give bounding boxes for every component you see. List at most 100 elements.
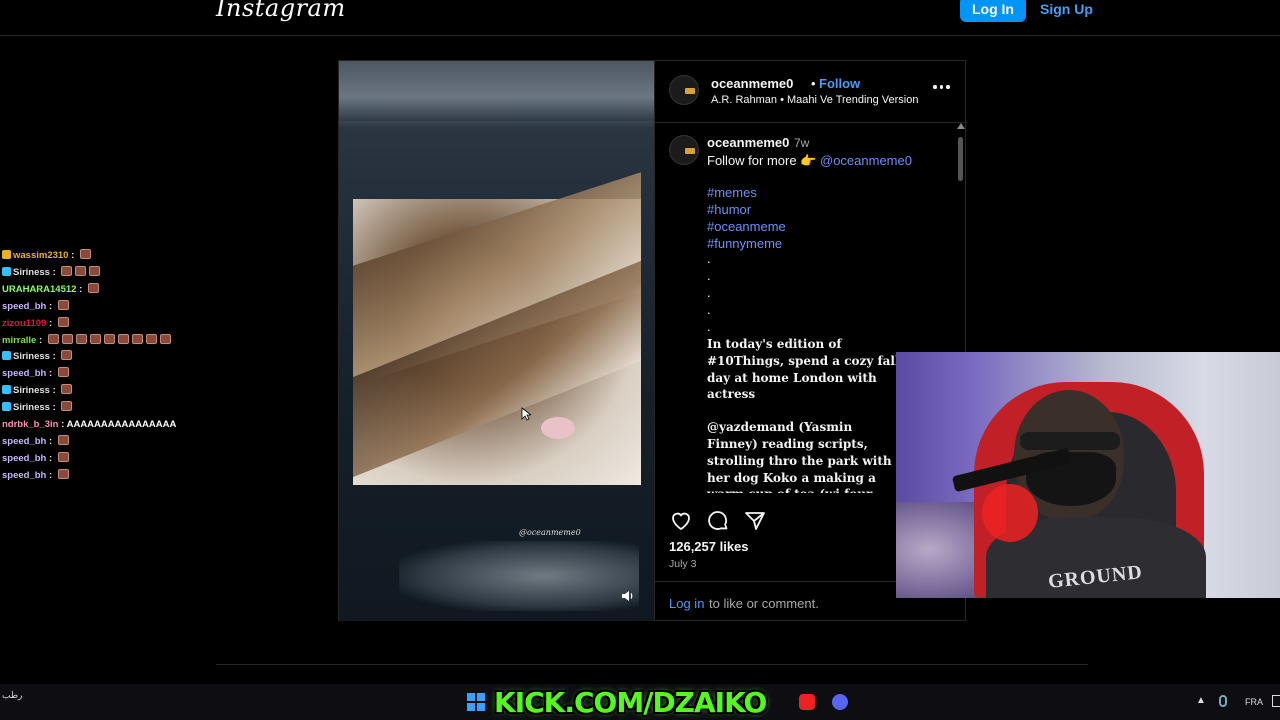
heart-icon[interactable] — [669, 509, 693, 533]
chat-username[interactable]: speed_bh — [2, 436, 46, 447]
caption-username[interactable]: oceanmeme0 — [707, 135, 789, 150]
taskbar: رطب KICK.COM/DZAIKO ▲ FRA — [0, 684, 1280, 720]
discord-icon[interactable] — [832, 694, 848, 710]
stream-chat: wassim2310 : Siriness : URAHARA14512 : s… — [2, 248, 212, 485]
video-watermark: @oceanmeme0 — [519, 528, 581, 537]
chat-username[interactable]: wassim2310 — [13, 250, 68, 261]
top-navbar: Instagram Log In Sign Up — [0, 0, 1280, 36]
chat-emote-icon — [159, 333, 171, 344]
scroll-thumb[interactable] — [958, 137, 963, 181]
chevron-up-icon[interactable]: ▲ — [1196, 695, 1206, 706]
chat-username[interactable]: Siriness — [13, 402, 50, 413]
chat-username[interactable]: speed_bh — [2, 301, 46, 312]
hashtag-link[interactable]: #oceanmeme — [707, 218, 786, 235]
chat-emote-icon — [79, 249, 91, 259]
chat-emote-icon — [145, 333, 157, 344]
chat-emote-icon — [75, 265, 87, 276]
caption-avatar[interactable] — [669, 135, 699, 165]
chat-username[interactable]: speed_bh — [2, 470, 46, 481]
chat-emote-icon — [57, 299, 69, 310]
chat-message: Siriness : — [2, 349, 212, 366]
chat-message: ndrbk_b_3in : AAAAAAAAAAAAAAAA — [2, 419, 177, 431]
scroll-up-arrow-icon[interactable] — [957, 123, 965, 129]
post-header: oceanmeme0 • Follow A.R. Rahman • Maahi … — [655, 61, 967, 123]
post-date: July 3 — [669, 558, 697, 570]
chat-username[interactable]: Siriness — [13, 267, 50, 278]
caption-dot: . — [707, 268, 711, 283]
speaker-icon[interactable] — [621, 589, 635, 603]
taskbar-weather-text[interactable]: رطب — [2, 690, 22, 701]
instagram-logo[interactable]: Instagram — [216, 0, 346, 22]
chat-badge-icon — [2, 402, 11, 412]
caption-dot: . — [707, 319, 711, 334]
caption-dot: . — [707, 251, 711, 266]
chat-emote-icon — [89, 265, 101, 276]
comment-icon[interactable] — [706, 509, 730, 533]
chat-emote-icon — [117, 333, 129, 344]
mention-link[interactable]: @oceanmeme0 — [820, 153, 912, 168]
chat-text: AAAAAAAAAAAAAAAA — [66, 419, 177, 431]
chat-message: speed_bh : — [2, 366, 212, 383]
follow-button[interactable]: Follow — [819, 76, 860, 91]
chat-message: mirralle : — [2, 333, 212, 350]
chat-emote-icon — [103, 333, 115, 344]
chat-emote-icon — [57, 367, 69, 378]
chat-username[interactable]: ndrbk_b_3in — [2, 419, 59, 430]
chat-emote-icon — [61, 350, 73, 361]
chat-emote-icon — [89, 333, 101, 344]
more-options-icon[interactable] — [933, 83, 951, 91]
chat-message: speed_bh : — [2, 299, 212, 316]
avatar[interactable] — [669, 75, 699, 105]
caption-dot: . — [707, 302, 711, 317]
chat-emote-icon — [61, 265, 73, 276]
share-icon[interactable] — [743, 509, 767, 533]
chat-username[interactable]: Siriness — [13, 385, 50, 396]
comment-prompt: to like or comment. — [709, 596, 819, 611]
chat-message: speed_bh : — [2, 468, 212, 485]
chat-emote-icon — [57, 468, 69, 479]
windows-start-icon[interactable] — [467, 693, 485, 711]
chat-badge-icon — [2, 250, 11, 259]
mouse-cursor-icon — [521, 407, 531, 421]
chat-badge-icon — [2, 351, 11, 361]
hashtag-link[interactable]: #memes — [707, 184, 786, 201]
chat-username[interactable]: speed_bh — [2, 453, 46, 464]
caption-dots: ..... — [707, 250, 711, 335]
show-desktop-icon[interactable] — [1272, 695, 1280, 707]
post-video[interactable]: @oceanmeme0 — [339, 61, 654, 621]
chat-emote-icon — [131, 333, 143, 344]
chat-emote-icon — [57, 451, 69, 462]
video-inset-clip — [353, 172, 641, 485]
streamer-webcam: GROUND — [896, 352, 1280, 598]
chat-message: speed_bh : — [2, 434, 212, 451]
video-wave — [399, 541, 639, 611]
chat-badge-icon — [2, 266, 11, 276]
chat-emote-icon — [75, 333, 87, 344]
login-link[interactable]: Log in — [669, 596, 704, 611]
chat-username[interactable]: URAHARA14512 — [2, 284, 76, 295]
chat-username[interactable]: mirralle — [2, 335, 36, 346]
caption-time: 7w — [794, 136, 810, 150]
language-indicator[interactable]: FRA — [1245, 697, 1263, 707]
login-button[interactable]: Log In — [960, 0, 1026, 22]
hashtag-link[interactable]: #humor — [707, 201, 786, 218]
chat-username[interactable]: Siriness — [13, 351, 50, 362]
microphone-icon[interactable] — [1219, 695, 1227, 707]
chat-emote-icon — [61, 384, 73, 395]
hashtag-link[interactable]: #funnymeme — [707, 235, 786, 252]
likes-count[interactable]: 126,257 likes — [669, 539, 749, 554]
post-author-username[interactable]: oceanmeme0 — [711, 76, 793, 91]
audio-track-link[interactable]: A.R. Rahman • Maahi Ve Trending Version — [711, 94, 918, 106]
kick-channel-overlay: KICK.COM/DZAIKO — [494, 686, 767, 719]
chat-badge-icon — [2, 385, 11, 395]
hashtag-list: #memes #humor #oceanmeme #funnymeme — [707, 184, 786, 252]
youtube-icon[interactable] — [799, 694, 815, 710]
chat-emote-icon — [61, 333, 73, 344]
caption-dot: . — [707, 285, 711, 300]
chat-username[interactable]: speed_bh — [2, 368, 46, 379]
video-sky — [339, 61, 654, 121]
chat-username[interactable]: zizou1109 — [2, 318, 46, 329]
signup-button[interactable]: Sign Up — [1040, 0, 1093, 22]
chat-emote-icon — [47, 333, 59, 344]
separator-dot: • — [811, 76, 816, 91]
